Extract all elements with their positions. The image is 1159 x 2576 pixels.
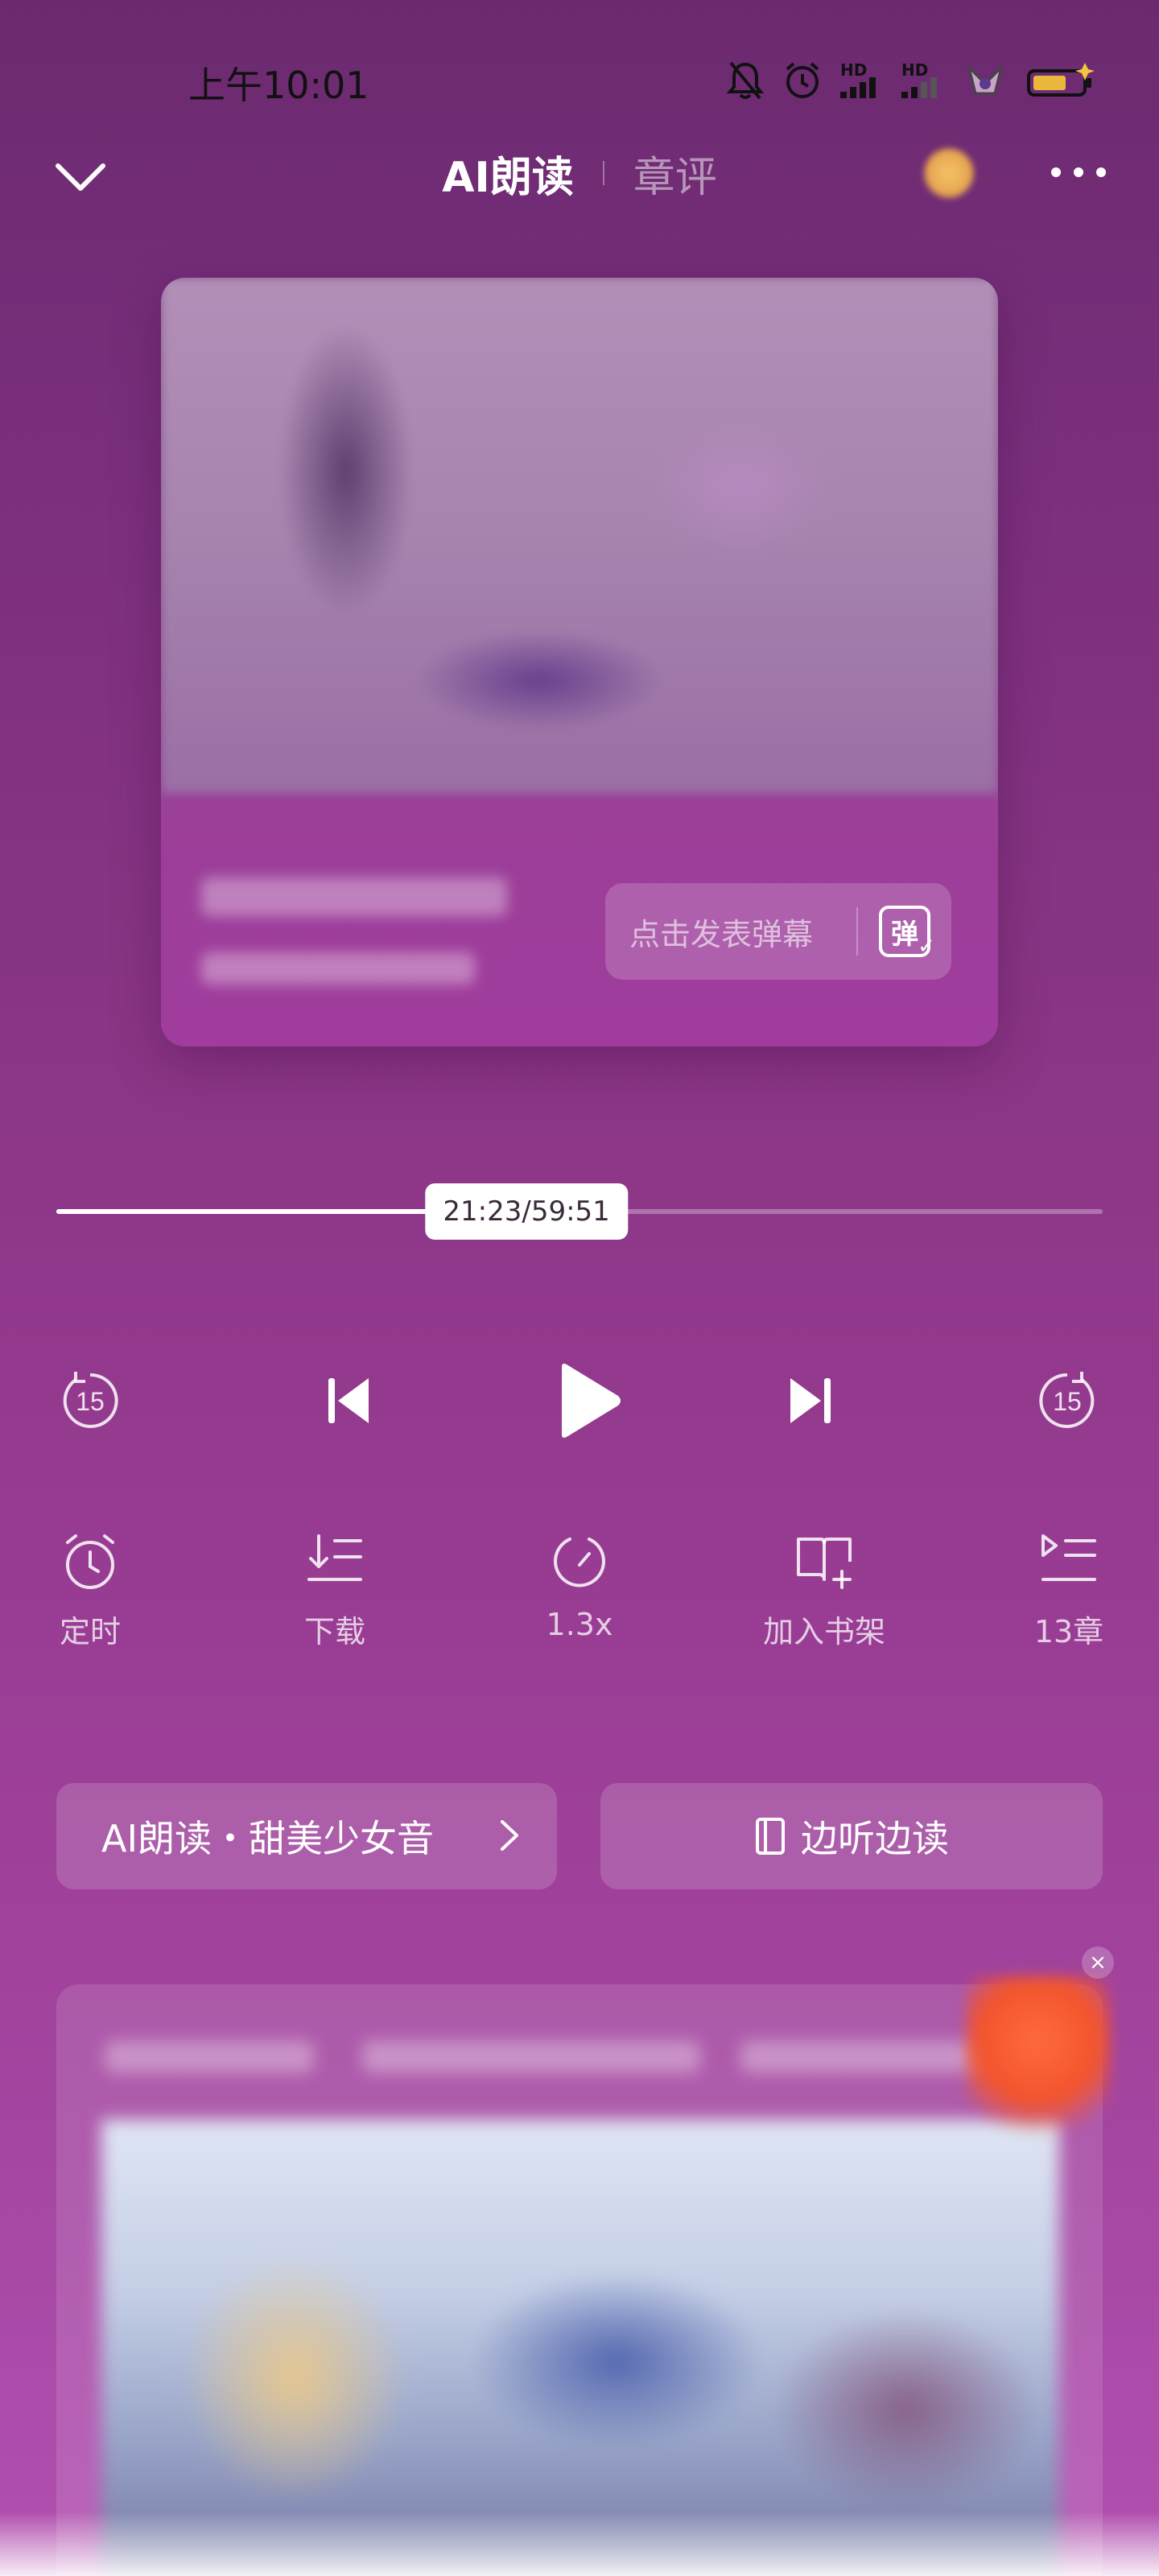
download-list-icon [307,1534,362,1581]
danmaku-icon: 弹 ✓ [879,906,935,959]
add-bookshelf-icon [797,1538,852,1589]
bottom-fade [0,2512,1159,2576]
top-nav: AI朗读 章评 [0,137,1159,209]
ad-text-blurred [362,2041,700,2073]
rewind-15-icon: 15 [63,1372,118,1428]
book-title-blurred [201,877,507,916]
ad-close-button[interactable]: × [1082,1946,1114,1979]
bell-off-icon [726,60,765,101]
ad-card[interactable] [56,1984,1103,2576]
listen-and-read-label: 边听边读 [801,1817,949,1860]
book-cover-card[interactable]: 点击发表弹幕 弹 ✓ [161,278,998,1046]
svg-text:15: 15 [76,1387,105,1416]
chapter-list-action[interactable]: 13章 [980,1530,1157,1651]
chapter-list-icon [1041,1534,1096,1581]
status-bar: 上午10:01 HD HD [0,0,1159,145]
timer-action[interactable]: 定时 [2,1530,179,1651]
skip-previous-icon [328,1378,369,1423]
chevron-right-icon [501,1820,518,1851]
ad-text-blurred [105,2041,314,2073]
skip-next-icon [790,1378,831,1423]
play-button[interactable] [538,1352,634,1449]
previous-chapter-button[interactable] [299,1352,396,1449]
speed-action[interactable]: 1.3x [491,1530,668,1642]
hd-signal-icon: HD [901,62,945,98]
book-icon [756,1818,785,1855]
app-notification-icon [963,60,1008,101]
progress-fill [56,1209,431,1214]
voice-select-label: AI朗读・甜美少女音 [101,1817,435,1860]
rewind-15-button[interactable]: 15 [42,1352,138,1449]
progress-thumb[interactable]: 21:23/59:51 [425,1183,628,1240]
reward-coin-icon[interactable] [924,148,974,198]
more-button[interactable] [1046,156,1111,188]
playback-progress[interactable]: 21:23/59:51 [56,1183,1103,1240]
action-label: 定时 [59,1614,121,1649]
tab-divider [602,161,604,185]
book-cover-image [161,278,998,793]
danmaku-divider [856,907,858,956]
tab-ai-read[interactable]: AI朗读 [442,143,574,204]
action-label: 13章 [1033,1614,1104,1649]
speed-gauge-icon [554,1538,605,1587]
header-tabs: AI朗读 章评 [0,137,1159,209]
voice-select-button[interactable]: AI朗读・甜美少女音 [56,1783,557,1889]
add-bookshelf-action[interactable]: 加入书架 [736,1530,913,1651]
svg-text:15: 15 [1053,1387,1082,1416]
danmaku-button[interactable]: 点击发表弹幕 弹 ✓ [605,883,951,980]
action-label: 加入书架 [762,1614,885,1649]
alarm-icon [782,60,823,101]
danmaku-icon-text: 弹 [891,918,918,951]
download-action[interactable]: 下载 [246,1530,423,1651]
battery-icon [1025,60,1098,101]
forward-15-icon: 15 [1039,1372,1095,1428]
tab-chapter-comments[interactable]: 章评 [633,143,717,204]
listen-and-read-button[interactable]: 边听边读 [600,1783,1103,1889]
action-label: 1.3x [546,1607,613,1642]
forward-15-button[interactable]: 15 [1019,1352,1116,1449]
ad-image [101,2120,1059,2576]
more-dots-icon [1051,167,1106,177]
action-label: 下载 [303,1614,365,1649]
play-icon [562,1364,621,1438]
danmaku-placeholder: 点击发表弹幕 [629,916,814,952]
next-chapter-button[interactable] [763,1352,860,1449]
status-time: 上午10:01 [188,64,369,107]
alarm-clock-icon [66,1534,114,1589]
book-author-blurred [201,952,475,985]
ad-badge[interactable] [966,1976,1111,2137]
hd-signal-icon: HD [840,62,884,98]
action-row: 定时 下载 1.3x 加入书架 13章 [0,1530,1159,1666]
status-icons: HD HD [726,56,1098,105]
playback-controls: 15 15 [0,1352,1159,1449]
